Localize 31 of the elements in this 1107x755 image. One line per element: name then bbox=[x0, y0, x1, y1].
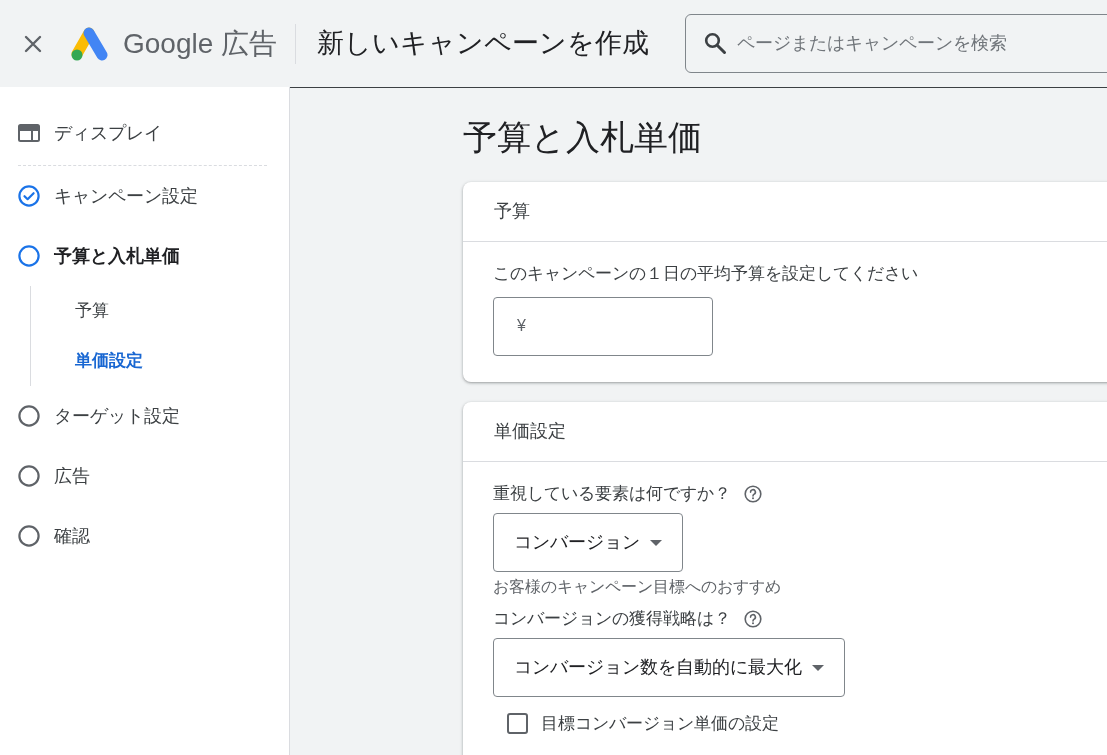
logo-icon bbox=[70, 26, 108, 61]
dropdown[interactable]: コンバージョン数を自動的に最大化 bbox=[493, 638, 845, 697]
section-heading: 予算と入札単価 bbox=[463, 117, 702, 158]
currency-prefix: ¥ bbox=[517, 316, 526, 336]
brand-name: Google 広告 bbox=[123, 26, 278, 61]
checkbox-label[interactable]: 目標コンバージョン単価の設定 bbox=[541, 711, 779, 737]
substep-link[interactable]: 単価設定 bbox=[31, 336, 267, 386]
substep-link[interactable]: 予算 bbox=[31, 286, 267, 336]
close-icon bbox=[24, 34, 42, 53]
hint-text: お客様のキャンペーン目標へのおすすめ bbox=[493, 577, 781, 597]
step-link[interactable]: キャンペーン設定 bbox=[18, 166, 267, 226]
amount-input[interactable] bbox=[493, 297, 713, 356]
dropdown[interactable]: コンバージョン bbox=[493, 513, 683, 572]
card-title: 単価設定 bbox=[494, 420, 566, 443]
step-link[interactable]: 広告 bbox=[18, 446, 267, 506]
search-icon bbox=[703, 31, 728, 55]
step-link[interactable]: 確認 bbox=[18, 506, 267, 566]
caret-icon bbox=[812, 664, 824, 671]
campaign-type-label: ディスプレイ bbox=[54, 121, 162, 145]
step-link[interactable]: 予算と入札単価 bbox=[18, 226, 267, 286]
page-title: 新しいキャンペーンを作成 bbox=[317, 27, 650, 60]
field-label: このキャンペーンの１日の平均予算を設定してください bbox=[493, 264, 918, 284]
layout-icon bbox=[18, 124, 40, 142]
caret-icon bbox=[650, 539, 662, 546]
search-field[interactable]: ページまたはキャンペーンを検索 bbox=[685, 14, 1107, 73]
close-button[interactable] bbox=[24, 34, 42, 53]
checkbox[interactable] bbox=[507, 713, 528, 735]
step-link[interactable]: ターゲット設定 bbox=[18, 386, 267, 446]
card-title: 予算 bbox=[494, 200, 530, 223]
field-label: 重視している要素は何ですか？ bbox=[493, 484, 731, 504]
field-label: コンバージョンの獲得戦略は？ bbox=[493, 609, 731, 629]
